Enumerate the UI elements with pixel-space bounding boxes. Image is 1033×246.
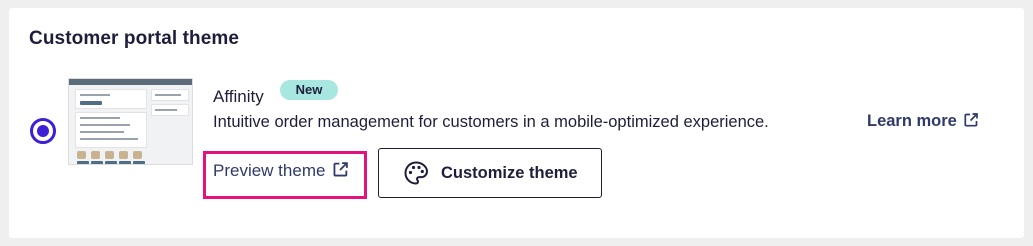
thumbnail-button [77,161,89,164]
theme-description: Intuitive order management for customers… [213,113,769,131]
thumbnail-side-panel [151,104,189,116]
thumbnail-topbar [69,79,192,85]
learn-more-link[interactable]: Learn more [867,112,979,133]
thumbnail-product [105,151,114,159]
theme-radio-button[interactable] [30,118,56,144]
customize-theme-label: Customize theme [441,163,578,182]
theme-card: Customer portal theme Affinity New Intui… [9,8,1024,238]
preview-theme-link[interactable]: Preview theme [213,161,349,183]
thumbnail-line [80,131,124,133]
preview-theme-label: Preview theme [213,161,326,180]
thumbnail-line [80,138,138,140]
thumbnail-line [80,117,120,119]
thumbnail-side-panel [151,89,189,101]
thumbnail-panel [75,89,147,109]
thumbnail-line [155,109,177,111]
customize-theme-button[interactable]: Customize theme [378,148,602,198]
new-badge: New [280,80,338,100]
thumbnail-button [133,161,145,164]
thumbnail-product [77,151,86,159]
thumbnail-button [80,101,102,105]
thumbnail-product [133,151,142,159]
external-link-icon [332,161,349,183]
section-title: Customer portal theme [29,28,240,49]
radio-selected-dot [37,125,49,137]
theme-name: Affinity [213,87,264,106]
thumbnail-panel [75,112,147,148]
thumbnail-button [119,161,131,164]
thumbnail-product [119,151,128,159]
theme-thumbnail [68,78,193,165]
thumbnail-line [80,124,130,126]
thumbnail-product [91,151,100,159]
learn-more-label: Learn more [867,112,957,130]
external-link-icon [963,112,979,133]
thumbnail-line [80,94,110,96]
palette-icon [403,160,429,186]
thumbnail-line [155,94,181,96]
thumbnail-button [105,161,117,164]
thumbnail-button [91,161,103,164]
